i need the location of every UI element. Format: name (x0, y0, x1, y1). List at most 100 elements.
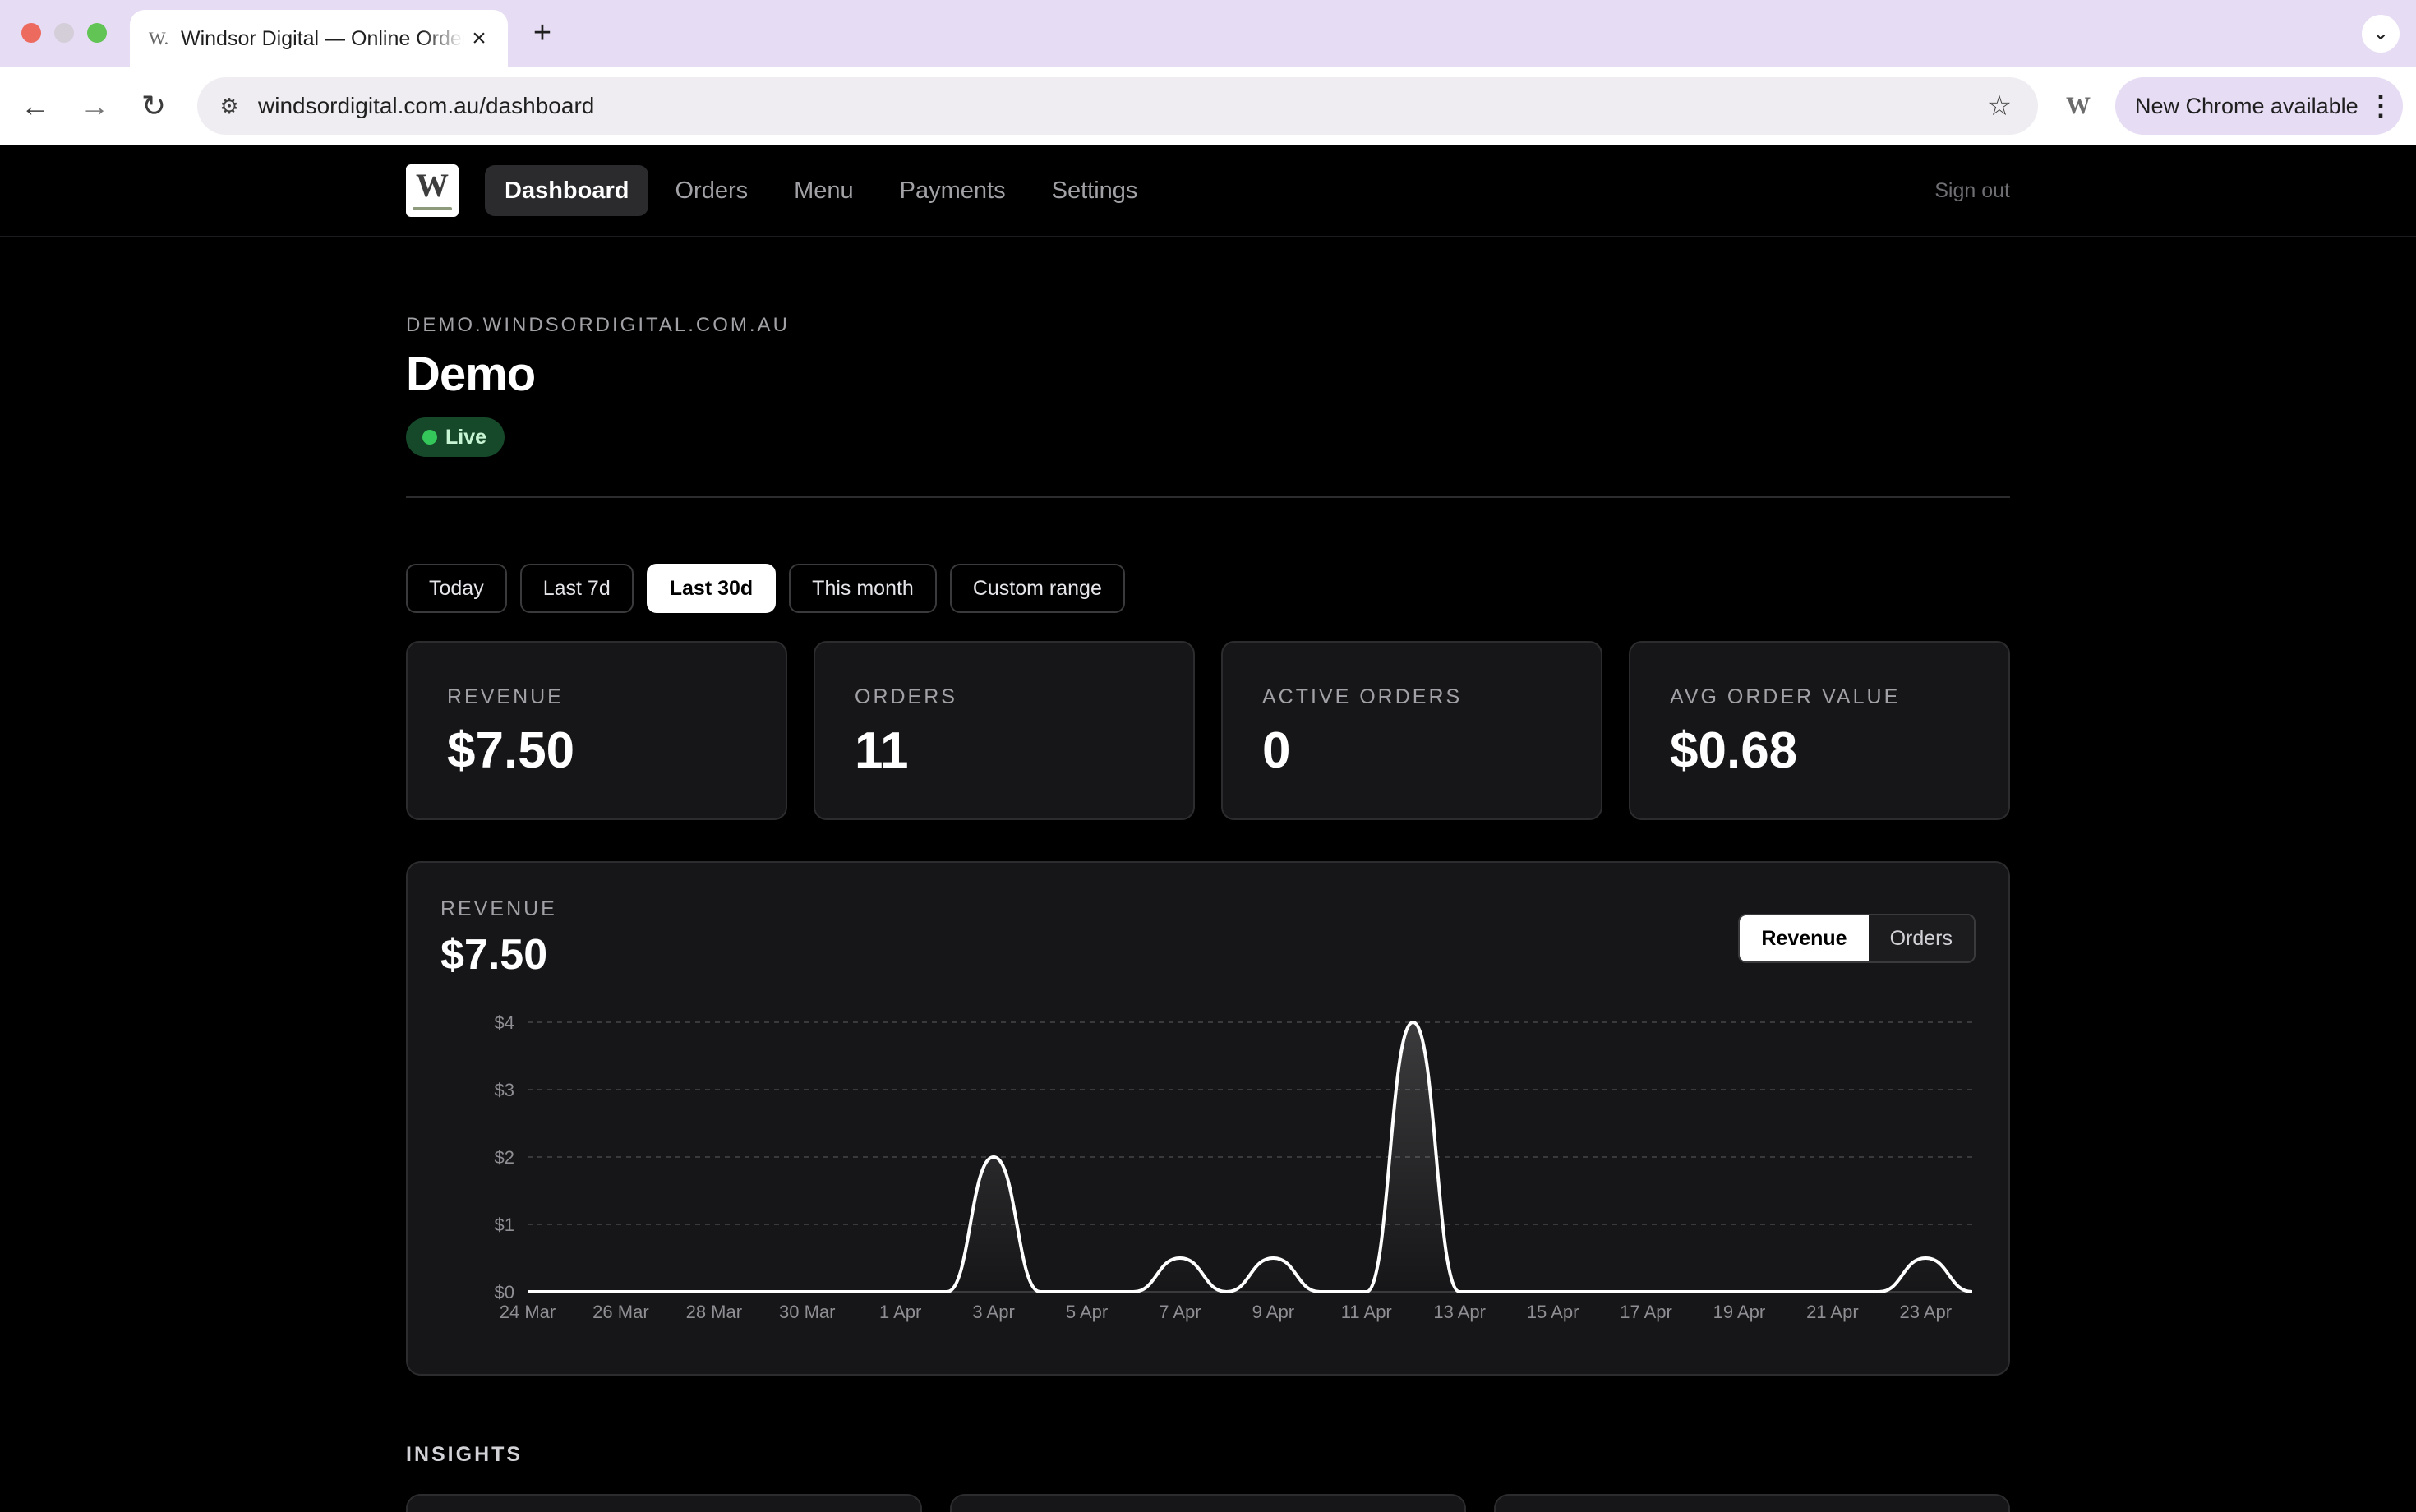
insight-card (950, 1494, 1466, 1512)
x-tick-label: 17 Apr (1620, 1302, 1672, 1322)
maximize-window-button[interactable] (87, 23, 107, 43)
data-point[interactable]: 29 Mar (753, 1284, 769, 1300)
app-nav: W Dashboard Orders Menu Payments Setting… (0, 145, 2416, 237)
back-arrow-icon[interactable]: ← (16, 87, 54, 125)
data-point[interactable]: 2 Apr (938, 1284, 955, 1300)
more-menu-icon[interactable]: ⋮ (2367, 87, 2395, 125)
data-point[interactable]: 19 Apr (1731, 1284, 1747, 1300)
x-tick-label: 24 Mar (500, 1302, 556, 1322)
nav-item-orders[interactable]: Orders (655, 165, 768, 216)
forward-arrow-icon[interactable]: → (76, 87, 113, 125)
stat-label: ORDERS (855, 685, 957, 708)
data-point[interactable]: 4 Apr (1032, 1284, 1049, 1300)
chrome-update-button[interactable]: New Chrome available ⋮ (2115, 77, 2403, 135)
y-tick-label: $0 (495, 1282, 514, 1302)
x-tick-label: 19 Apr (1713, 1302, 1766, 1322)
data-point[interactable]: 3 Apr (985, 1149, 1002, 1165)
data-point[interactable]: 26 Mar (612, 1284, 629, 1300)
nav-item-menu[interactable]: Menu (774, 165, 874, 216)
brand-logo-underline (413, 207, 452, 210)
x-tick-label: 3 Apr (972, 1302, 1014, 1322)
date-range-filters: Today Last 7d Last 30d This month Custom… (406, 564, 1125, 613)
x-tick-label: 5 Apr (1066, 1302, 1108, 1322)
stat-value: 11 (855, 722, 909, 779)
range-today-button[interactable]: Today (406, 564, 507, 613)
stat-card-revenue: REVENUE $7.50 (406, 641, 787, 820)
nav-item-payments[interactable]: Payments (880, 165, 1026, 216)
close-window-button[interactable] (21, 23, 41, 43)
tab-search-chevron-icon[interactable]: ⌄ (2362, 15, 2400, 53)
x-tick-label: 15 Apr (1527, 1302, 1579, 1322)
data-point[interactable]: 8 Apr (1219, 1284, 1235, 1300)
data-point[interactable]: 16 Apr (1591, 1284, 1607, 1300)
data-point[interactable]: 18 Apr (1685, 1284, 1701, 1300)
data-point[interactable]: 24 Mar (519, 1284, 536, 1300)
site-settings-icon[interactable]: ⚙ (210, 87, 248, 125)
address-bar[interactable]: ⚙ windsordigital.com.au/dashboard ☆ (197, 77, 2038, 135)
reload-icon[interactable]: ↻ (135, 87, 173, 125)
nav-item-settings[interactable]: Settings (1032, 165, 1158, 216)
data-point[interactable]: 5 Apr (1079, 1284, 1095, 1300)
header-divider (406, 496, 2010, 498)
range-custom-button[interactable]: Custom range (949, 564, 1125, 613)
data-point[interactable]: 25 Mar (566, 1284, 583, 1300)
browser-tab[interactable]: W. Windsor Digital — Online Ordering × (130, 10, 508, 67)
brand-logo[interactable]: W (406, 164, 459, 217)
y-tick-label: $1 (495, 1215, 514, 1235)
data-point[interactable]: 10 Apr (1312, 1284, 1328, 1300)
data-point[interactable]: 21 Apr (1824, 1284, 1841, 1300)
data-point[interactable]: 17 Apr (1638, 1284, 1654, 1300)
stat-label: REVENUE (447, 685, 564, 708)
page-title: Demo (406, 348, 536, 401)
data-point[interactable]: 6 Apr (1125, 1284, 1141, 1300)
data-point[interactable]: 12 Apr (1404, 1014, 1421, 1030)
bookmark-star-icon[interactable]: ☆ (1980, 87, 2018, 125)
browser-tab-bar: W. Windsor Digital — Online Ordering × +… (0, 0, 2416, 67)
data-point[interactable]: 24 Apr (1964, 1284, 1980, 1300)
data-point[interactable]: 15 Apr (1545, 1284, 1561, 1300)
nav-item-dashboard[interactable]: Dashboard (485, 165, 649, 216)
brand-logo-glyph: W (416, 167, 449, 204)
data-point[interactable]: 23 Apr (1917, 1250, 1934, 1266)
data-point[interactable]: 1 Apr (892, 1284, 909, 1300)
insight-card (406, 1494, 922, 1512)
data-point[interactable]: 13 Apr (1451, 1284, 1468, 1300)
data-point[interactable]: 7 Apr (1172, 1250, 1188, 1266)
range-last-7d-button[interactable]: Last 7d (519, 564, 634, 613)
url-text[interactable]: windsordigital.com.au/dashboard (258, 77, 594, 135)
new-tab-icon[interactable]: + (526, 16, 559, 49)
minimize-window-button[interactable] (54, 23, 74, 43)
data-point[interactable]: 27 Mar (659, 1284, 675, 1300)
data-point[interactable]: 28 Mar (706, 1284, 722, 1300)
stat-card-active-orders: ACTIVE ORDERS 0 (1221, 641, 1602, 820)
revenue-chart[interactable]: $0 $1 $2 $3 $4 24 Mar 26 Mar 28 Mar 30 Mar 1 Apr… (408, 863, 2008, 1374)
sign-out-link[interactable]: Sign out (1934, 165, 2010, 216)
y-tick-label: $4 (495, 1012, 514, 1033)
status-dot-icon (422, 430, 437, 445)
stat-label: ACTIVE ORDERS (1262, 685, 1463, 708)
data-point[interactable]: 31 Mar (846, 1284, 862, 1300)
status-badge: Live (406, 417, 505, 457)
y-tick-label: $3 (495, 1080, 514, 1100)
data-point[interactable]: 30 Mar (799, 1284, 815, 1300)
range-last-30d-button[interactable]: Last 30d (646, 564, 777, 613)
data-point[interactable]: 20 Apr (1777, 1284, 1794, 1300)
range-this-month-button[interactable]: This month (789, 564, 937, 613)
extension-icon[interactable]: W (2059, 87, 2097, 125)
tab-close-icon[interactable]: × (465, 25, 493, 53)
x-tick-label: 21 Apr (1806, 1302, 1859, 1322)
x-tick-label: 11 Apr (1341, 1302, 1392, 1322)
insight-card (1494, 1494, 2010, 1512)
x-tick-label: 30 Mar (779, 1302, 835, 1322)
nav-links: Dashboard Orders Menu Payments Settings (485, 165, 1157, 216)
browser-toolbar: ← → ↻ ⚙ windsordigital.com.au/dashboard … (0, 67, 2416, 145)
data-point[interactable]: 14 Apr (1498, 1284, 1515, 1300)
status-label: Live (445, 425, 487, 449)
data-point[interactable]: 22 Apr (1871, 1284, 1888, 1300)
data-point[interactable]: 9 Apr (1265, 1250, 1281, 1266)
stat-value: $0.68 (1670, 722, 1798, 779)
stat-label: AVG ORDER VALUE (1670, 685, 1901, 708)
insights-heading: INSIGHTS (406, 1443, 523, 1466)
x-tick-label: 7 Apr (1159, 1302, 1201, 1322)
data-point[interactable]: 11 Apr (1358, 1284, 1375, 1300)
